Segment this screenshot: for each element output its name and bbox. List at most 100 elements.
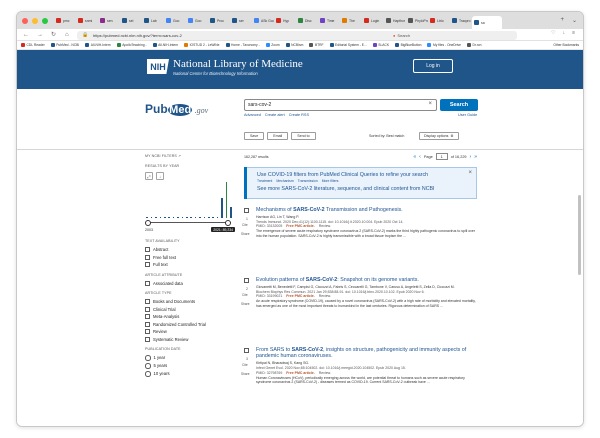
cite-button[interactable]: Cite	[242, 293, 248, 297]
next-page-icon[interactable]: ›	[470, 154, 472, 160]
bookmark-item[interactable]: Dr.ron	[467, 43, 481, 47]
checkbox[interactable]	[145, 336, 150, 342]
browser-tab[interactable]: Tracpro	[450, 15, 472, 27]
date-filter-option[interactable]: 5 years	[145, 363, 235, 369]
notice-filter-link[interactable]: More filters	[322, 179, 339, 183]
browser-tab[interactable]: Hyp	[274, 15, 296, 27]
results-by-year-chart[interactable]	[145, 182, 233, 218]
sort-by-label[interactable]: Sorted by: Best match	[369, 134, 404, 138]
checkbox[interactable]	[145, 321, 150, 327]
back-icon[interactable]: ←	[23, 32, 31, 38]
notice-more-link[interactable]: See more SARS-CoV-2 literature, sequence…	[257, 186, 435, 192]
browser-tab[interactable]: sen	[98, 15, 120, 27]
browser-tab[interactable]: Proc	[208, 15, 230, 27]
browser-tab[interactable]: Goo	[164, 15, 186, 27]
email-button[interactable]: Email	[267, 132, 289, 140]
bookmark-item[interactable]: All-NIH-Intern	[85, 43, 111, 47]
bookmark-item[interactable]: NCBIsm	[285, 43, 303, 47]
create-alert-link[interactable]: Create alert	[265, 113, 285, 117]
slider-end-handle[interactable]	[225, 219, 231, 226]
browser-tab[interactable]: Time	[318, 15, 340, 27]
filter-checkbox[interactable]: Meta-Analysis	[145, 314, 235, 319]
browser-tab[interactable]: ser	[230, 15, 252, 27]
user-guide-link[interactable]: User Guide	[458, 113, 477, 117]
reload-icon[interactable]: ↻	[51, 31, 59, 38]
browser-tab[interactable]: snmi	[76, 15, 98, 27]
article-checkbox[interactable]	[244, 348, 249, 353]
filter-checkbox[interactable]: Associated data	[145, 280, 235, 286]
share-button[interactable]: Share	[241, 372, 250, 376]
bookmark-item[interactable]: BigBlueButton	[395, 43, 421, 47]
cite-button[interactable]: Cite	[242, 223, 248, 227]
share-button[interactable]: Share	[241, 302, 250, 306]
checkbox[interactable]	[145, 262, 150, 267]
browser-tab[interactable]: ASk Goo	[252, 15, 274, 27]
filter-checkbox[interactable]: Books and Documents	[145, 299, 235, 304]
first-page-icon[interactable]: «	[413, 154, 416, 160]
display-options-button[interactable]: Display options ⚙	[419, 132, 459, 140]
bookmark-item[interactable]: Zoom	[265, 43, 280, 47]
pocket-icon[interactable]: ♡	[551, 30, 555, 36]
checkbox[interactable]	[145, 247, 150, 252]
filter-checkbox[interactable]: Full text	[145, 262, 235, 267]
browser-tab[interactable]: Ltrio	[428, 15, 450, 27]
checkbox[interactable]	[145, 280, 150, 286]
download-icon[interactable]: ↓	[563, 30, 566, 36]
browser-tab[interactable]: sei	[120, 15, 142, 27]
prev-page-icon[interactable]: ‹	[419, 154, 421, 160]
article-checkbox[interactable]	[244, 278, 249, 283]
year-bar[interactable]	[225, 182, 228, 218]
nih-logo[interactable]: NIH	[147, 59, 169, 74]
article-title-link[interactable]: Mechanisms of SARS-CoV-2 Transmission an…	[256, 207, 477, 213]
article-checkbox[interactable]	[244, 208, 249, 213]
article-title-link[interactable]: Evolution patterns of SARS-CoV-2: Snapsh…	[256, 277, 477, 283]
search-input[interactable]: sars-cov-2 ×	[244, 99, 437, 111]
radio-button[interactable]	[145, 371, 151, 377]
expand-icon[interactable]: ⤢	[145, 172, 153, 180]
login-button[interactable]: Log in	[413, 59, 453, 73]
browser-tab[interactable]: Disc	[296, 15, 318, 27]
filter-checkbox[interactable]: Abstract	[145, 247, 235, 252]
new-tab-icon[interactable]: +	[560, 17, 564, 24]
send-to-button[interactable]: Send to	[291, 132, 316, 140]
checkbox[interactable]	[145, 329, 150, 334]
close-icon[interactable]: ×	[468, 170, 472, 176]
home-icon[interactable]: ⌂	[65, 32, 73, 38]
page-number-input[interactable]: 1	[435, 153, 448, 160]
url-field[interactable]: 🔒 https://pubmed.ncbi.nlm.nih.gov/?term=…	[77, 30, 517, 40]
browser-tab[interactable]: Hapthor	[384, 15, 406, 27]
pubmed-logo[interactable]: Pub Med .gov	[145, 102, 208, 116]
bookmark-item[interactable]: Editorial System - E...	[329, 43, 367, 47]
bookmark-item[interactable]: ApolloTeaching -	[116, 43, 147, 47]
filter-checkbox[interactable]: Clinical Trial	[145, 306, 235, 312]
bookmark-item[interactable]: PubMed - NCBI	[50, 43, 79, 47]
duck-search[interactable]: ● Search	[393, 31, 410, 40]
bookmark-item[interactable]: IOSTUD 2 - LeWiNe	[184, 43, 220, 47]
advanced-link[interactable]: Advanced	[244, 113, 261, 117]
share-button[interactable]: Share	[241, 232, 250, 236]
browser-tab[interactable]: Login	[362, 15, 384, 27]
radio-button[interactable]	[145, 363, 151, 369]
notice-filter-link[interactable]: Treatment	[257, 179, 272, 183]
forward-icon[interactable]: →	[37, 32, 45, 38]
article-title-link[interactable]: From SARS to SARS-CoV-2, insights on str…	[256, 347, 477, 360]
search-button[interactable]: Search	[440, 99, 478, 111]
other-bookmarks[interactable]: Other Bookmarks	[553, 43, 579, 47]
checkbox[interactable]	[145, 299, 150, 304]
year-bar[interactable]	[229, 207, 232, 218]
nlm-title[interactable]: National Library of Medicine	[173, 58, 303, 70]
cite-button[interactable]: Cite	[242, 363, 248, 367]
bookmark-item[interactable]: BTRF	[309, 43, 324, 47]
browser-tab[interactable]: Lab	[142, 15, 164, 27]
browser-tab[interactable]: Goo	[186, 15, 208, 27]
date-filter-option[interactable]: 10 years	[145, 371, 235, 377]
slider-start-handle[interactable]	[145, 219, 151, 226]
notice-filter-link[interactable]: Mechanism	[276, 179, 293, 183]
filter-checkbox[interactable]: Review	[145, 329, 235, 334]
browser-tab[interactable]: pmc	[54, 15, 76, 27]
bookmark-item[interactable]: CDL Reader	[21, 43, 45, 47]
checkbox[interactable]	[145, 254, 150, 260]
date-filter-option[interactable]: 1 year	[145, 355, 235, 361]
tab-list-icon[interactable]: ⌄	[572, 17, 577, 24]
download-icon[interactable]: ↓	[156, 172, 164, 180]
